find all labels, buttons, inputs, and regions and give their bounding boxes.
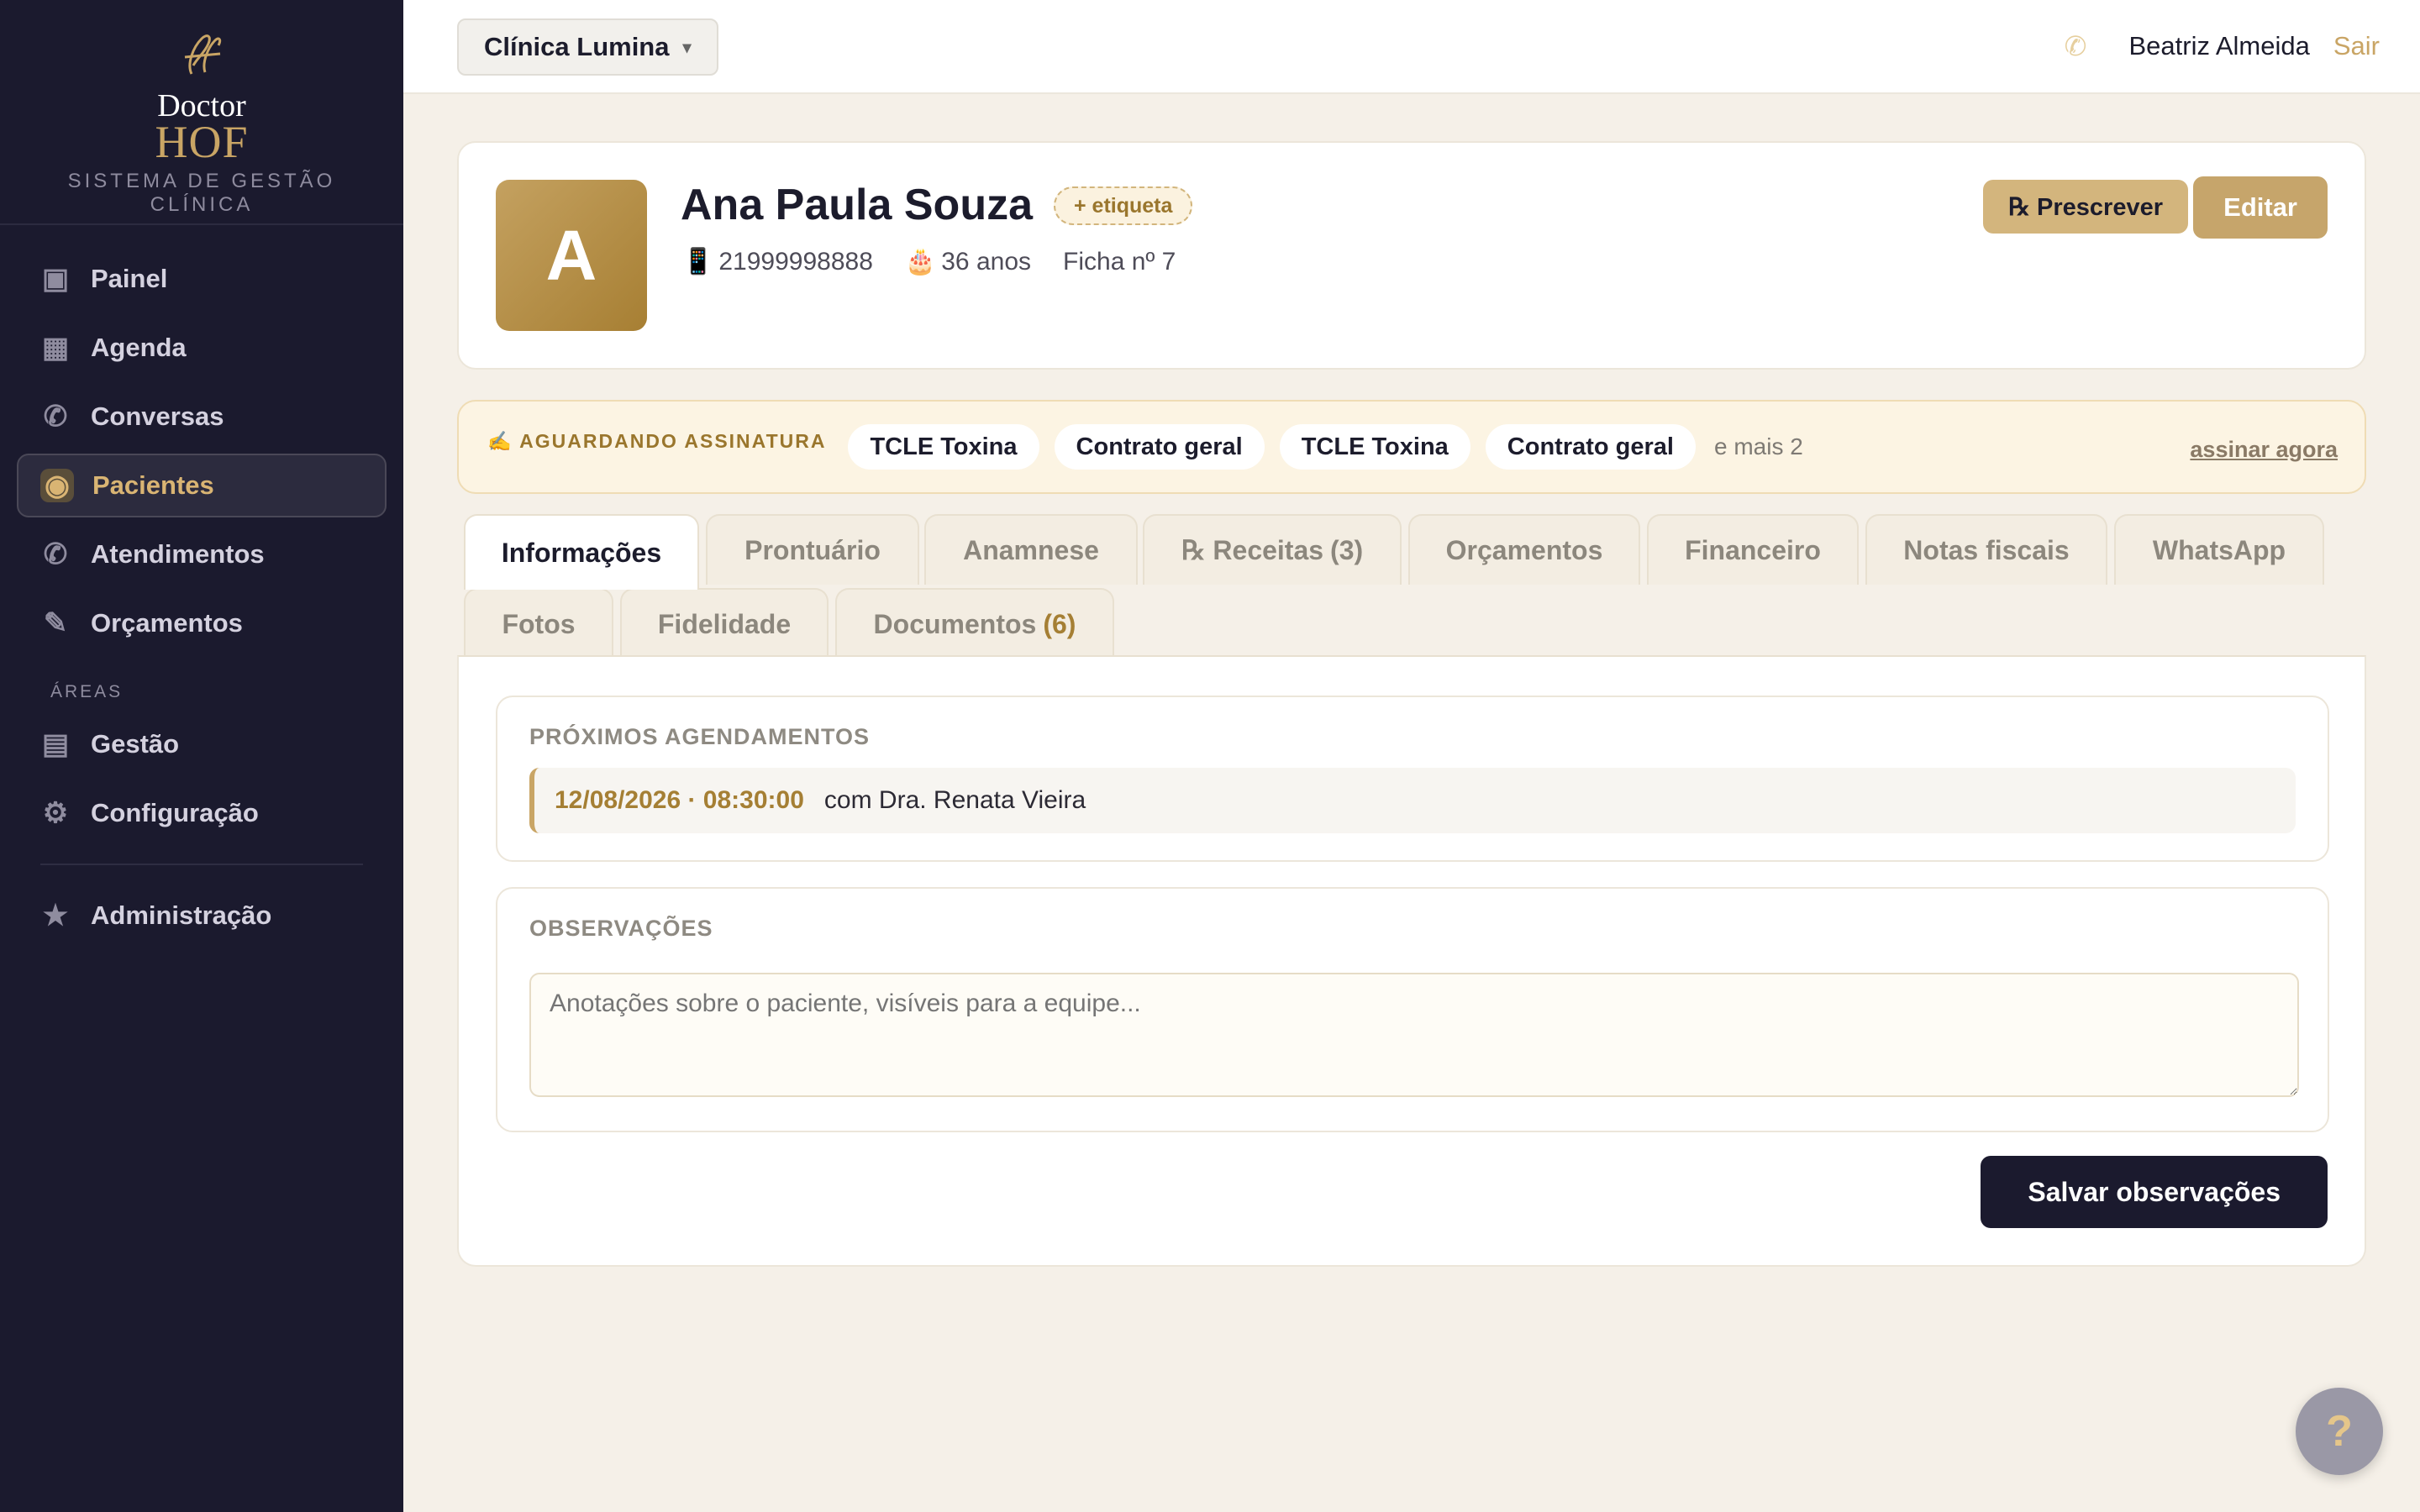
dashboard-icon: ▣ (41, 263, 70, 295)
appointment-professional: com Dra. Renata Vieira (823, 786, 1086, 814)
tab-panel-informacoes: PRÓXIMOS AGENDAMENTOS 12/08/2026 · 08:30… (457, 655, 2366, 1267)
pending-signature-label: ✍ AGUARDANDO ASSINATURA (487, 429, 827, 452)
sidebar-section-label: ÁREAS (50, 682, 124, 701)
notes-textarea[interactable] (529, 973, 2299, 1097)
sidebar-divider (40, 864, 363, 865)
whatsapp-icon: ✆ (43, 538, 68, 570)
phone-number: 21999998888 (718, 248, 873, 276)
pencil-icon: ✎ (43, 607, 68, 639)
tab-fotos[interactable]: Fotos (464, 588, 613, 659)
edit-button[interactable]: Editar (2193, 176, 2328, 239)
pending-document-pill[interactable]: Contrato geral (1054, 424, 1265, 470)
patient-age: 🎂 36 anos (905, 247, 1031, 276)
patient-record-number: Ficha nº 7 (1063, 247, 1176, 276)
sidebar-item-atendimentos[interactable]: ✆ Atendimentos (17, 522, 387, 586)
add-tag-button[interactable]: + etiqueta (1054, 186, 1193, 225)
tab-documentos[interactable]: Documentos (6) (835, 588, 1114, 659)
patient-header-card: A Ana Paula Souza + etiqueta 📱 2199999888… (457, 141, 2366, 370)
pending-document-pill[interactable]: TCLE Toxina (1279, 424, 1470, 470)
clinic-name: Clínica Lumina (484, 32, 670, 61)
pending-document-pill[interactable]: Contrato geral (1485, 424, 1696, 470)
sidebar-item-agenda[interactable]: ▦ Agenda (17, 316, 387, 380)
sidebar-item-label: Conversas (91, 402, 224, 431)
prescribe-button[interactable]: ℞ Prescrever (1982, 180, 2188, 234)
sidebar-item-label: Atendimentos (91, 539, 265, 569)
patient-meta: 📱 21999998888 🎂 36 anos Ficha nº 7 (682, 247, 1207, 276)
sidebar-item-label: Pacientes (92, 470, 214, 500)
sidebar-item-administracao[interactable]: ★ Administração (17, 884, 387, 948)
brand-logo: Doctor HOF SISTEMA DE GESTÃO CLÍNICA (0, 0, 403, 225)
upcoming-appointments-card: PRÓXIMOS AGENDAMENTOS 12/08/2026 · 08:30… (496, 696, 2329, 862)
whatsapp-icon: ✆ (43, 401, 68, 433)
brand-hof: HOF (155, 117, 249, 167)
document-icon: ▤ (41, 728, 70, 760)
appointment-datetime: 12/08/2026 · 08:30:00 (555, 786, 804, 814)
sidebar-item-pacientes[interactable]: ◉ Pacientes (17, 454, 387, 517)
pending-document-pill[interactable]: TCLE Toxina (848, 424, 1039, 470)
sidebar-item-label: Configuração (91, 798, 259, 827)
sidebar-item-painel[interactable]: ▣ Painel (17, 247, 387, 311)
notes-card: OBSERVAÇÕES (496, 887, 2329, 1132)
sidebar-item-label: Agenda (91, 333, 187, 362)
phone-icon: 📱 (682, 248, 714, 276)
tab-informacoes[interactable]: Informações (464, 514, 699, 590)
patient-icon: ◉ (40, 469, 74, 502)
user-name: Beatriz Almeida (2128, 31, 2310, 60)
section-title: PRÓXIMOS AGENDAMENTOS (529, 724, 871, 749)
tab-financeiro[interactable]: Financeiro (1647, 514, 1859, 585)
tab-count: (3) (1330, 534, 1364, 565)
tab-count: (6) (1043, 608, 1076, 639)
chevron-down-icon: ▾ (682, 38, 692, 57)
sidebar-item-configuracao[interactable]: ⚙ Configuração (17, 781, 387, 845)
save-notes-button[interactable]: Salvar observações (1981, 1156, 2328, 1228)
calendar-icon: ▦ (41, 332, 70, 364)
star-icon: ★ (42, 900, 69, 932)
sidebar-item-gestao[interactable]: ▤ Gestão (17, 712, 387, 776)
sidebar-item-label: Painel (91, 264, 168, 293)
help-button[interactable]: ? (2296, 1388, 2383, 1475)
avatar: A (496, 180, 647, 331)
sidebar-item-label: Gestão (91, 729, 180, 759)
sidebar-item-orcamentos[interactable]: ✎ Orçamentos (17, 591, 387, 655)
age-value: 36 anos (941, 248, 1032, 276)
section-title: OBSERVAÇÕES (529, 916, 713, 941)
sidebar-item-label: Administração (91, 900, 272, 930)
cake-icon: 🎂 (904, 248, 937, 276)
user-area: ✆ Beatriz Almeida Sair (2065, 0, 2380, 92)
sign-now-link[interactable]: assinar agora (2190, 437, 2338, 463)
sidebar: Doctor HOF SISTEMA DE GESTÃO CLÍNICA ▣ P… (0, 0, 403, 1512)
tab-fidelidade[interactable]: Fidelidade (620, 588, 829, 659)
tab-orcamentos[interactable]: Orçamentos (1408, 514, 1640, 585)
sidebar-nav: ▣ Painel ▦ Agenda ✆ Conversas ◉ Paciente… (0, 225, 403, 948)
tab-receitas[interactable]: ℞ Receitas (3) (1143, 514, 1402, 585)
whatsapp-icon[interactable]: ✆ (2065, 30, 2087, 62)
appointment-item[interactable]: 12/08/2026 · 08:30:00 com Dra. Renata Vi… (529, 768, 2296, 833)
more-documents-count: e mais 2 (1713, 433, 1803, 459)
patient-phone: 📱 21999998888 (682, 247, 873, 276)
clinic-selector[interactable]: Clínica Lumina ▾ (457, 18, 718, 76)
pending-signature-banner: ✍ AGUARDANDO ASSINATURA TCLE Toxina Cont… (457, 400, 2366, 494)
tab-whatsapp[interactable]: WhatsApp (2114, 514, 2324, 585)
patient-name: Ana Paula Souza (681, 181, 1033, 229)
tab-prontuario[interactable]: Prontuário (706, 514, 919, 585)
tab-label: ℞ Receitas (1181, 535, 1324, 565)
tab-notas-fiscais[interactable]: Notas fiscais (1865, 514, 2107, 585)
logout-link[interactable]: Sair (2333, 31, 2380, 61)
gear-icon: ⚙ (42, 797, 69, 829)
sidebar-item-conversas[interactable]: ✆ Conversas (17, 385, 387, 449)
logo-icon (184, 34, 222, 75)
tab-anamnese[interactable]: Anamnese (924, 514, 1138, 585)
tab-label: Documentos (873, 608, 1037, 639)
sidebar-item-label: Orçamentos (91, 608, 243, 638)
topbar: Clínica Lumina ▾ ✆ Beatriz Almeida Sair (403, 0, 2420, 94)
brand-subtitle: SISTEMA DE GESTÃO CLÍNICA (67, 170, 336, 216)
